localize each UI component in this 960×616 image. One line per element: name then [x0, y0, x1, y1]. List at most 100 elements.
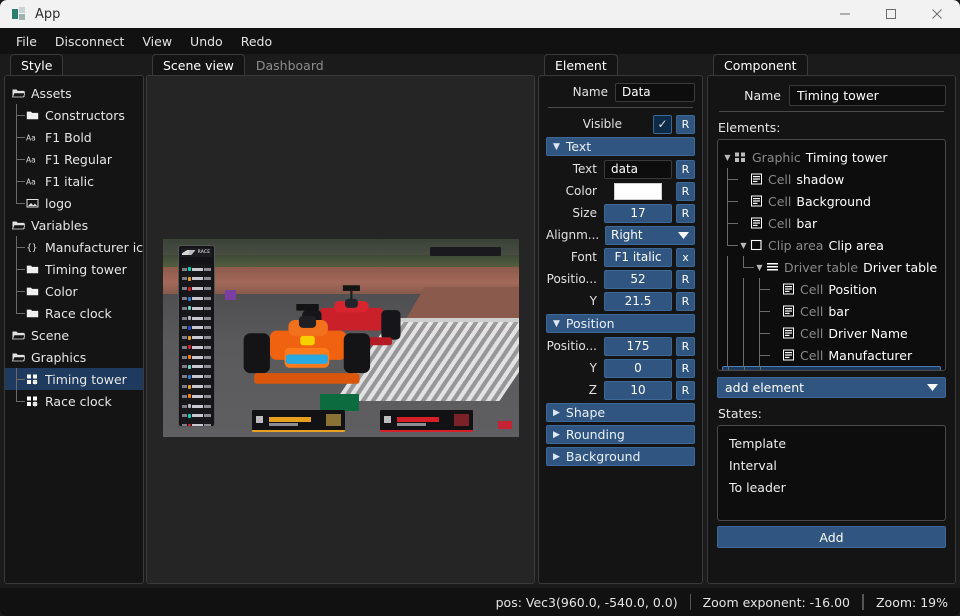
color-swatch[interactable] — [604, 182, 672, 201]
render-car-mclaren — [243, 304, 371, 385]
field-label: Positio... — [546, 272, 597, 286]
section-header-rounding[interactable]: ▶ Rounding — [546, 425, 695, 444]
caret-down-icon[interactable]: ▼ — [738, 241, 749, 250]
menu-disconnect[interactable]: Disconnect — [47, 31, 132, 52]
element-tree-item-shadow[interactable]: Cell shadow — [722, 168, 941, 190]
tree-item-logo[interactable]: logo — [5, 192, 143, 214]
field-input-size[interactable]: 17 — [604, 203, 672, 223]
timing-tower-row — [180, 264, 213, 274]
field-input-y[interactable]: 21.5 — [604, 291, 672, 311]
tree-item-label: Manufacturer icon — [45, 239, 143, 255]
menu-undo[interactable]: Undo — [182, 31, 231, 52]
state-item-interval[interactable]: Interval — [718, 454, 945, 476]
tree-item-f1-italic[interactable]: Aa F1 italic — [5, 170, 143, 192]
lower-third-number — [326, 414, 341, 426]
tab-element[interactable]: Element — [544, 54, 618, 76]
timing-row-position — [181, 316, 187, 320]
render-preview[interactable]: RACE — [163, 239, 519, 437]
visible-reset-button[interactable]: R — [676, 114, 695, 134]
cell-icon — [749, 173, 764, 185]
timing-row-driver — [192, 355, 203, 359]
tree-item-constructors[interactable]: Constructors — [5, 104, 143, 126]
add-state-button[interactable]: Add — [717, 526, 946, 548]
tab-scene-view[interactable]: Scene view — [152, 54, 245, 76]
tab-component[interactable]: Component — [713, 54, 808, 76]
tree-item-timing-tower[interactable]: Timing tower — [5, 258, 143, 280]
state-item-to-leader[interactable]: To leader — [718, 476, 945, 498]
tree-item-label: Variables — [31, 217, 89, 233]
field-input-positio[interactable]: 52 — [604, 269, 672, 289]
tree-item-race-clock[interactable]: Race clock — [5, 302, 143, 324]
field-clear-button[interactable]: x — [676, 247, 695, 267]
tab-dashboard[interactable]: Dashboard — [244, 54, 335, 76]
visible-checkbox[interactable]: ✓ — [653, 114, 672, 134]
timing-tower-row — [180, 382, 213, 392]
tree-item-assets[interactable]: Assets — [5, 82, 143, 104]
cell-icon — [781, 349, 796, 361]
tree-item-manufacturer-icon[interactable]: {} Manufacturer icon — [5, 236, 143, 258]
caret-down-icon[interactable]: ▼ — [722, 153, 733, 162]
field-select-alignm[interactable]: Right — [605, 225, 695, 245]
element-tree-item-manufacturer[interactable]: Cell Manufacturer — [722, 344, 941, 366]
component-name-input[interactable]: Timing tower — [789, 84, 946, 106]
element-panel: Element Name Data Visible ✓ R ▼ Text Text d… — [538, 54, 703, 584]
element-name-input[interactable]: Data — [615, 82, 695, 102]
field-reset-button[interactable]: R — [676, 269, 695, 289]
tree-item-timing-tower[interactable]: Timing tower — [5, 368, 143, 390]
field-reset-button[interactable]: R — [676, 291, 695, 311]
tab-style[interactable]: Style — [10, 54, 64, 76]
maximize-icon[interactable] — [868, 0, 914, 28]
tree-item-variables[interactable]: Variables — [5, 214, 143, 236]
element-tree-item-data[interactable]: Cell Data — [722, 366, 941, 370]
element-panel-body: Name Data Visible ✓ R ▼ Text Text data R Colo… — [538, 75, 703, 584]
field-reset-button[interactable]: R — [676, 159, 695, 179]
timing-row-team-color — [187, 374, 192, 379]
timing-row-position — [181, 385, 187, 389]
element-tree-item-position[interactable]: Cell Position — [722, 278, 941, 300]
section-header-position[interactable]: ▼ Position — [546, 314, 695, 333]
tree-item-label: Race clock — [45, 393, 112, 409]
lower-third-name — [396, 417, 440, 422]
tree-item-scene[interactable]: Scene — [5, 324, 143, 346]
field-input-positio[interactable]: 175 — [604, 336, 672, 356]
tree-item-race-clock[interactable]: Race clock — [5, 390, 143, 412]
section-header-shape[interactable]: ▶ Shape — [546, 403, 695, 422]
element-tree-item-driver-name[interactable]: Cell Driver Name — [722, 322, 941, 344]
close-icon[interactable] — [914, 0, 960, 28]
field-reset-button[interactable]: R — [676, 380, 695, 400]
field-reset-button[interactable]: R — [676, 181, 695, 201]
caret-down-icon[interactable]: ▼ — [754, 263, 765, 272]
state-item-template[interactable]: Template — [718, 432, 945, 454]
menu-file[interactable]: File — [8, 31, 45, 52]
element-tree-item-background[interactable]: Cell Background — [722, 190, 941, 212]
field-reset-button[interactable]: R — [676, 203, 695, 223]
tree-item-f1-bold[interactable]: Aa F1 Bold — [5, 126, 143, 148]
element-tree-item-driver-table[interactable]: ▼ Driver table Driver table — [722, 256, 941, 278]
field-input-y[interactable]: 0 — [604, 358, 672, 378]
timing-row-team-color — [187, 296, 192, 301]
minimize-icon[interactable] — [822, 0, 868, 28]
field-input-text[interactable]: data — [604, 159, 672, 179]
tree-item-f1-regular[interactable]: Aa F1 Regular — [5, 148, 143, 170]
element-tree-item-timing-tower[interactable]: ▼ Graphic Timing tower — [722, 146, 941, 168]
title-bar: App — [0, 0, 960, 28]
field-input-font[interactable]: F1 italic — [604, 247, 672, 267]
section-header-text[interactable]: ▼ Text — [546, 137, 695, 156]
field-input-z[interactable]: 10 — [604, 380, 672, 400]
timing-row-gap — [203, 316, 212, 320]
menu-view[interactable]: View — [134, 31, 180, 52]
tree-item-graphics[interactable]: Graphics — [5, 346, 143, 368]
scene-canvas[interactable]: RACE — [147, 76, 534, 583]
add-element-dropdown[interactable]: add element — [717, 377, 946, 398]
section-header-background[interactable]: ▶ Background — [546, 447, 695, 466]
tree-item-color[interactable]: Color — [5, 280, 143, 302]
lower-third-team — [268, 423, 299, 426]
timing-row-gap — [203, 365, 212, 369]
field-reset-button[interactable]: R — [676, 336, 695, 356]
element-tree-item-bar[interactable]: Cell bar — [722, 300, 941, 322]
menu-redo[interactable]: Redo — [233, 31, 280, 52]
timing-row-team-color — [187, 286, 192, 291]
field-reset-button[interactable]: R — [676, 358, 695, 378]
element-tree-item-clip-area[interactable]: ▼ Clip area Clip area — [722, 234, 941, 256]
element-tree-item-bar[interactable]: Cell bar — [722, 212, 941, 234]
